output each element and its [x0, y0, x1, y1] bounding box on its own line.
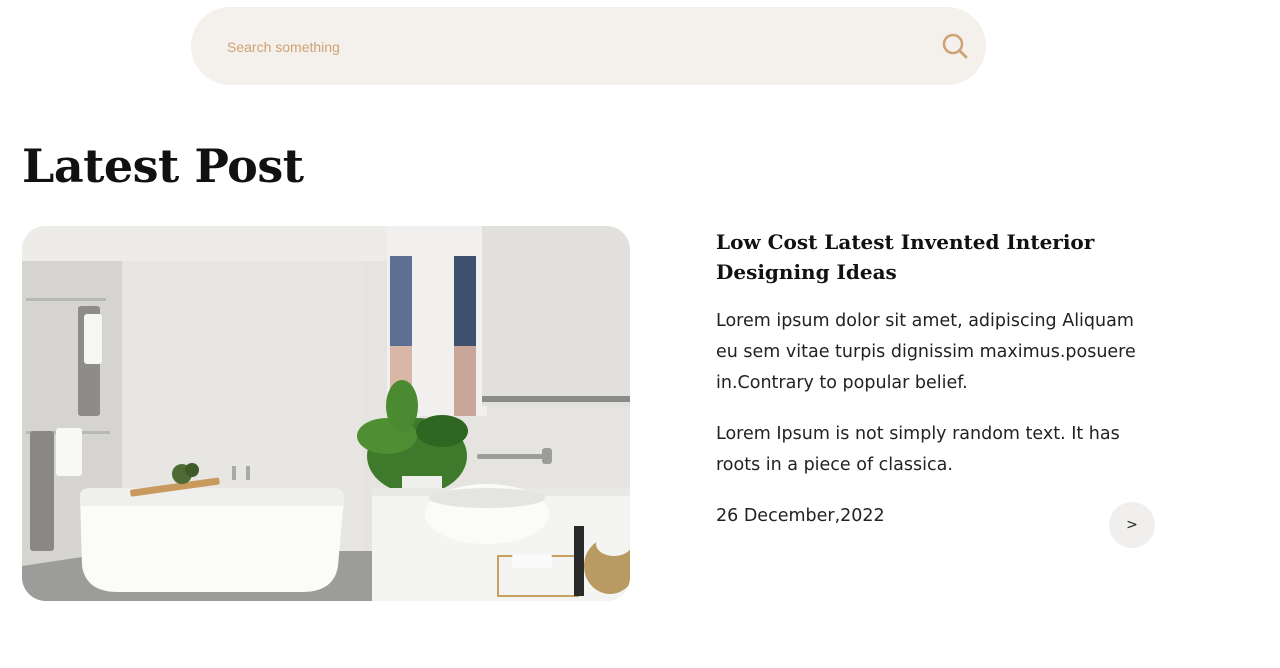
chevron-right-icon: > — [1126, 517, 1138, 533]
bathroom-illustration — [22, 226, 630, 601]
search-icon — [942, 33, 968, 59]
post-image[interactable] — [22, 226, 630, 601]
section-title: Latest Post — [22, 139, 304, 193]
post-date: 26 December,2022 — [716, 506, 885, 526]
post-title[interactable]: Low Cost Latest Invented Interior Design… — [716, 227, 1136, 287]
page: Latest Post — [0, 0, 1280, 668]
search-input[interactable] — [225, 7, 909, 87]
post-excerpt-1: Lorem ipsum dolor sit amet, adipiscing A… — [716, 311, 1136, 393]
next-post-button[interactable]: > — [1109, 502, 1155, 548]
post-excerpt-2: Lorem Ipsum is not simply random text. I… — [716, 424, 1120, 475]
search-bar — [191, 7, 986, 87]
search-button[interactable] — [940, 31, 970, 61]
